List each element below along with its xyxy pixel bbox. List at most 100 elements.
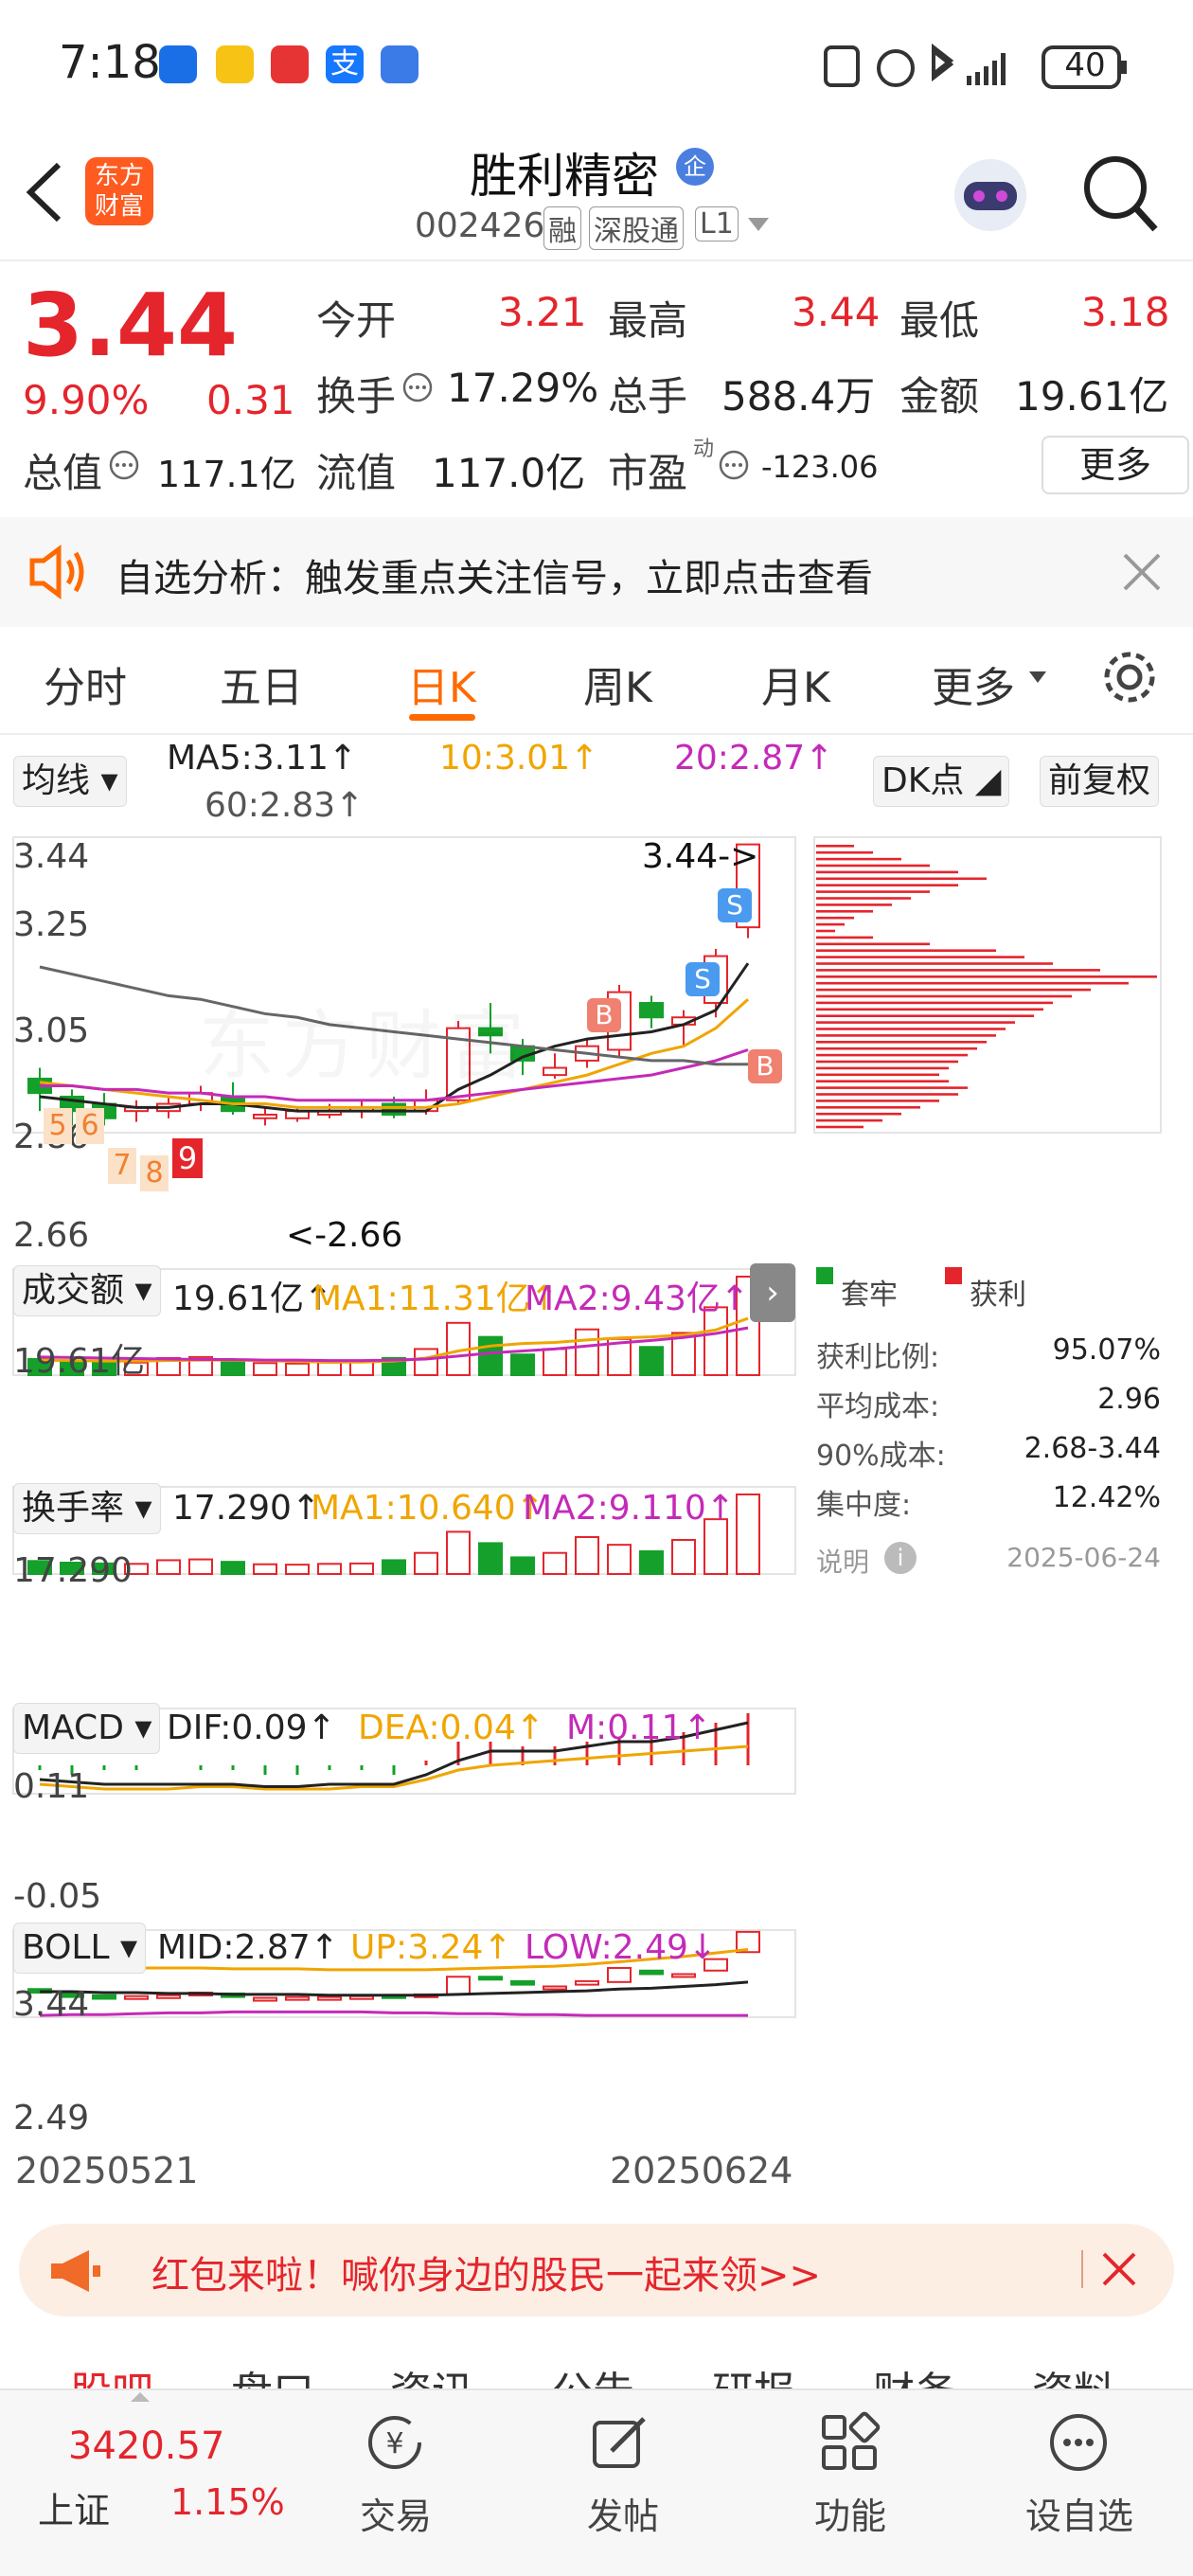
profit-legend-swatch xyxy=(945,1267,962,1284)
chip-bar xyxy=(816,1021,1015,1024)
index-value[interactable]: 3420.57 xyxy=(68,2424,224,2468)
count-mark: 5 xyxy=(44,1108,72,1144)
volume-value: 19.61亿↑ xyxy=(172,1279,333,1318)
eastmoney-logo[interactable]: 东方 财富 xyxy=(85,157,153,225)
bottom-function-label[interactable]: 功能 xyxy=(784,2487,917,2539)
boll-select[interactable]: BOLL ▾ xyxy=(13,1923,147,1974)
volume-bar xyxy=(317,1361,342,1376)
turnover-bar xyxy=(221,1561,245,1576)
dk-point-button[interactable]: DK点 ◢ xyxy=(873,756,1010,807)
turnover-bar xyxy=(607,1544,632,1576)
tab-weekly-k[interactable]: 周K xyxy=(583,653,652,714)
count-mark: 8 xyxy=(140,1155,169,1191)
sub-tab-report[interactable]: 研报 xyxy=(712,2358,795,2388)
sub-tab-profile[interactable]: 资料 xyxy=(1032,2358,1115,2388)
function-grid-icon[interactable] xyxy=(816,2409,882,2476)
turnover-bar xyxy=(736,1494,760,1575)
candle xyxy=(543,1066,567,1077)
bottom-trade-label[interactable]: 交易 xyxy=(329,2487,462,2539)
index-name[interactable]: 上证 xyxy=(38,2481,110,2533)
boll-candle xyxy=(156,1994,181,1999)
app-notification-icon xyxy=(159,45,197,83)
stat-turnover-value: 17.29% xyxy=(447,365,599,411)
chip-bar xyxy=(816,877,987,881)
tab-daily-k[interactable]: 日K xyxy=(407,653,476,714)
chip-bar xyxy=(816,962,1053,965)
info-dots-icon[interactable] xyxy=(108,449,140,481)
edit-post-icon[interactable] xyxy=(587,2409,653,2476)
sub-tab-pankou[interactable]: 盘口 xyxy=(231,2358,314,2388)
high-annotation: 3.44-> xyxy=(642,837,759,876)
info-dots-icon[interactable] xyxy=(718,449,750,481)
chip-bar xyxy=(816,890,930,893)
tab-intraday[interactable]: 分时 xyxy=(44,653,127,714)
sell-mark[interactable]: S xyxy=(718,888,752,922)
ma-select[interactable]: 均线 ▾ xyxy=(13,756,127,807)
sub-tab-guba[interactable]: 股吧 xyxy=(70,2358,153,2388)
gear-icon[interactable] xyxy=(1100,648,1159,707)
info-icon[interactable]: i xyxy=(884,1542,917,1574)
stat-volume-value: 588.4万 xyxy=(721,373,876,420)
tab-five-day[interactable]: 五日 xyxy=(220,653,303,714)
turnover-select[interactable]: 换手率 ▾ xyxy=(13,1483,161,1534)
megaphone-icon xyxy=(51,2250,100,2292)
svg-text:¥: ¥ xyxy=(385,2427,403,2460)
back-icon[interactable] xyxy=(23,159,64,225)
close-icon[interactable] xyxy=(1121,551,1163,593)
tab-monthly-k[interactable]: 月K xyxy=(761,653,830,714)
sub-tab-finance[interactable]: 财务 xyxy=(873,2358,956,2388)
adjust-button[interactable]: 前复权 xyxy=(1040,756,1160,807)
volume-bar xyxy=(639,1346,664,1376)
macd-max-label: 0.11 xyxy=(13,1767,90,1806)
close-icon[interactable] xyxy=(1100,2250,1138,2288)
expand-panel-button[interactable]: › xyxy=(750,1263,795,1322)
tag-margin: 融 xyxy=(543,206,581,250)
chip-note[interactable]: 说明 xyxy=(816,1542,869,1580)
boll-max-label: 3.44 xyxy=(13,1985,90,2024)
change-amount: 0.31 xyxy=(206,377,295,423)
chip-label: 集中度: xyxy=(816,1489,912,1522)
mail-notification-icon xyxy=(271,45,309,83)
tag-l1: L1 xyxy=(695,206,739,242)
chip-label: 获利比例: xyxy=(816,1341,940,1374)
tags-dropdown-icon[interactable] xyxy=(746,216,771,235)
more-circle-icon[interactable] xyxy=(1045,2409,1112,2476)
buy-mark[interactable]: B xyxy=(587,998,621,1032)
y-label: 3.25 xyxy=(13,905,90,944)
chip-bar xyxy=(816,1046,977,1050)
volume-ma2: MA2:9.43亿↑ xyxy=(525,1279,750,1318)
chip-bar xyxy=(816,1034,996,1037)
promo-text[interactable]: 红包来啦！喊你身边的股民一起来领>> xyxy=(151,2245,821,2299)
volume-select[interactable]: 成交额 ▾ xyxy=(13,1265,161,1316)
banner-text[interactable]: 自选分析：触发重点关注信号，立即点击查看 xyxy=(116,547,873,602)
search-icon[interactable] xyxy=(1079,152,1161,237)
bottom-post-label[interactable]: 发帖 xyxy=(557,2487,689,2539)
chip-bar xyxy=(816,981,1129,985)
chip-bar xyxy=(816,994,1072,998)
robot-assistant-icon[interactable] xyxy=(943,152,1038,237)
chip-bar xyxy=(816,903,892,906)
info-dots-icon[interactable] xyxy=(401,371,434,403)
volume-bar xyxy=(575,1328,599,1377)
bottom-add-watch-label[interactable]: 设自选 xyxy=(1013,2487,1146,2539)
tab-more[interactable]: 更多 xyxy=(932,653,1015,714)
turnover-bar xyxy=(253,1563,277,1576)
boll-candle xyxy=(124,1995,149,2000)
stat-pe-value: -123.06 xyxy=(761,449,879,485)
sub-tab-notice[interactable]: 公告 xyxy=(551,2358,634,2388)
trapped-legend-label: 套牢 xyxy=(841,1279,898,1312)
macd-select[interactable]: MACD ▾ xyxy=(13,1703,161,1754)
sell-mark[interactable]: S xyxy=(686,962,720,996)
sub-tab-news[interactable]: 资讯 xyxy=(390,2358,473,2388)
turnover-bar xyxy=(510,1556,535,1576)
more-stats-button[interactable]: 更多 xyxy=(1042,436,1189,494)
chip-bar xyxy=(816,956,1024,958)
chip-bar xyxy=(816,864,930,868)
volume-max-label: 19.61亿 xyxy=(13,1342,146,1381)
chip-bar xyxy=(816,884,958,886)
trade-icon[interactable]: ¥ xyxy=(362,2409,428,2476)
ma10-value: 10:3.01↑ xyxy=(439,739,599,778)
index-percent[interactable]: 1.15% xyxy=(170,2481,285,2523)
boll-candle xyxy=(639,1969,664,1976)
buy-mark[interactable]: B xyxy=(748,1049,782,1083)
